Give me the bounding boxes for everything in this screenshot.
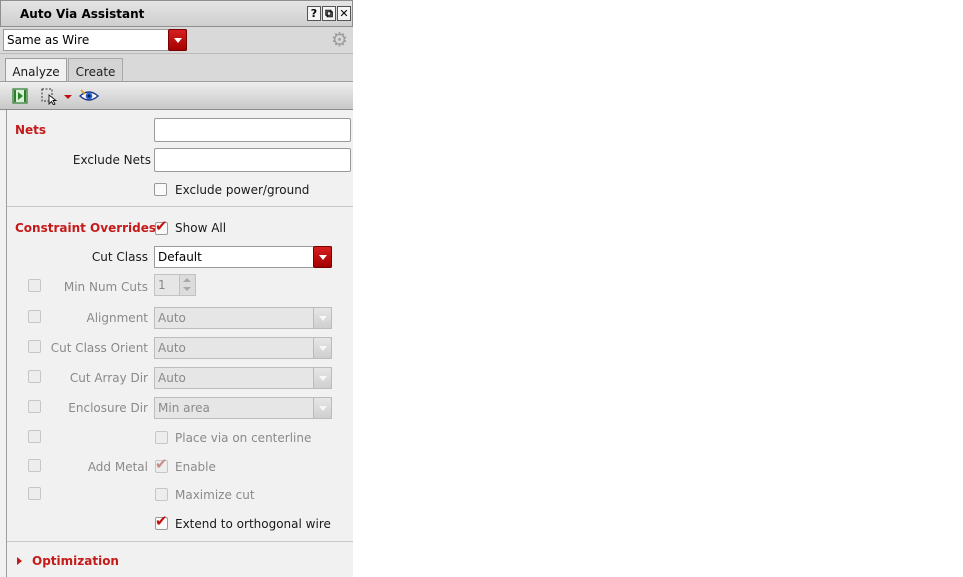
- tab-strip: Analyze Create: [0, 54, 353, 81]
- run-analysis-icon[interactable]: [11, 87, 29, 105]
- wire-mode-value: Same as Wire: [7, 33, 90, 47]
- gear-icon[interactable]: ⚙: [331, 30, 348, 50]
- cut-class-orient-label: Cut Class Orient: [50, 341, 148, 355]
- min-num-cuts-stepper[interactable]: 1: [154, 274, 196, 296]
- stepper-buttons[interactable]: [179, 275, 195, 295]
- checkmark-icon: ✔: [155, 217, 168, 235]
- extend-orthogonal-label: Extend to orthogonal wire: [175, 517, 331, 531]
- cut-array-dir-dropdown[interactable]: Auto: [154, 367, 332, 389]
- exclude-nets-label: Exclude Nets: [72, 153, 151, 167]
- cut-class-dropdown[interactable]: Default: [154, 246, 332, 268]
- dropdown-arrow-icon[interactable]: [62, 87, 74, 105]
- maximize-cut-label: Maximize cut: [175, 488, 255, 502]
- add-metal-checkbox[interactable]: [28, 459, 41, 472]
- help-icon[interactable]: ?: [307, 6, 321, 21]
- expand-triangle-icon[interactable]: [17, 557, 22, 565]
- cut-class-label: Cut Class: [91, 250, 148, 264]
- nets-input[interactable]: [154, 118, 351, 142]
- show-all-checkbox[interactable]: ✔: [155, 218, 168, 235]
- min-num-cuts-label: Min Num Cuts: [63, 280, 148, 294]
- maximize-cut-checkbox[interactable]: [155, 488, 168, 501]
- chevron-down-icon[interactable]: [313, 307, 332, 329]
- enable-checkbox[interactable]: ✔: [155, 456, 168, 473]
- nets-section-title: Nets: [15, 123, 47, 137]
- enclosure-dir-dropdown[interactable]: Min area: [154, 397, 332, 419]
- chevron-down-icon[interactable]: [313, 367, 332, 389]
- toolbar: [0, 81, 353, 110]
- tab-create[interactable]: Create: [68, 58, 123, 81]
- min-num-cuts-value: 1: [158, 278, 166, 292]
- cut-class-orient-checkbox[interactable]: [28, 340, 41, 353]
- enclosure-dir-label: Enclosure Dir: [68, 401, 148, 415]
- exclude-power-ground-checkbox[interactable]: [154, 183, 167, 196]
- exclude-nets-input[interactable]: [154, 148, 351, 172]
- cut-class-value: Default: [158, 250, 202, 264]
- divider: [7, 206, 353, 207]
- alignment-value: Auto: [158, 311, 186, 325]
- chevron-down-icon[interactable]: [168, 29, 187, 51]
- wire-mode-dropdown[interactable]: Same as Wire: [3, 29, 187, 51]
- exclude-power-ground-label: Exclude power/ground: [175, 183, 310, 197]
- analyze-content: Nets Exclude Nets Exclude power/ground C…: [6, 110, 353, 577]
- place-via-centerline-checkbox[interactable]: [155, 431, 168, 444]
- min-num-cuts-checkbox[interactable]: [28, 279, 41, 292]
- checkmark-icon: ✔: [155, 455, 168, 473]
- add-metal-label: Add Metal: [87, 460, 148, 474]
- visibility-eye-icon[interactable]: [78, 87, 100, 105]
- cut-class-orient-value: Auto: [158, 341, 186, 355]
- chevron-up-icon[interactable]: [183, 278, 191, 282]
- auto-via-assistant-panel: Auto Via Assistant ? ⧉ ✕ Same as Wire ⚙ …: [0, 0, 353, 577]
- tab-analyze[interactable]: Analyze: [5, 58, 67, 81]
- constraint-overrides-title: Constraint Overrides: [15, 221, 157, 235]
- place-centerline-override-checkbox[interactable]: [28, 430, 41, 443]
- title-bar[interactable]: Auto Via Assistant ? ⧉ ✕: [0, 0, 353, 27]
- divider: [7, 541, 353, 542]
- optimization-section-title[interactable]: Optimization: [32, 554, 119, 568]
- float-window-icon[interactable]: ⧉: [322, 6, 336, 21]
- enclosure-dir-value: Min area: [158, 401, 210, 415]
- chevron-down-icon[interactable]: [313, 246, 332, 268]
- cut-class-orient-dropdown[interactable]: Auto: [154, 337, 332, 359]
- alignment-checkbox[interactable]: [28, 310, 41, 323]
- select-area-icon[interactable]: [40, 87, 58, 105]
- show-all-label: Show All: [175, 221, 227, 235]
- cut-array-dir-value: Auto: [158, 371, 186, 385]
- wire-mode-row: Same as Wire ⚙: [0, 27, 353, 54]
- checkmark-icon: ✔: [155, 512, 168, 530]
- maximize-cut-override-checkbox[interactable]: [28, 487, 41, 500]
- alignment-label: Alignment: [86, 311, 148, 325]
- chevron-down-icon[interactable]: [313, 397, 332, 419]
- enable-label: Enable: [175, 460, 216, 474]
- enclosure-dir-checkbox[interactable]: [28, 400, 41, 413]
- chevron-down-icon[interactable]: [183, 287, 191, 291]
- extend-orthogonal-checkbox[interactable]: ✔: [155, 513, 168, 530]
- place-via-centerline-label: Place via on centerline: [175, 431, 312, 445]
- chevron-down-icon[interactable]: [313, 337, 332, 359]
- cut-array-dir-checkbox[interactable]: [28, 370, 41, 383]
- panel-title: Auto Via Assistant: [20, 7, 145, 21]
- close-icon[interactable]: ✕: [337, 6, 351, 21]
- alignment-dropdown[interactable]: Auto: [154, 307, 332, 329]
- cut-array-dir-label: Cut Array Dir: [69, 371, 148, 385]
